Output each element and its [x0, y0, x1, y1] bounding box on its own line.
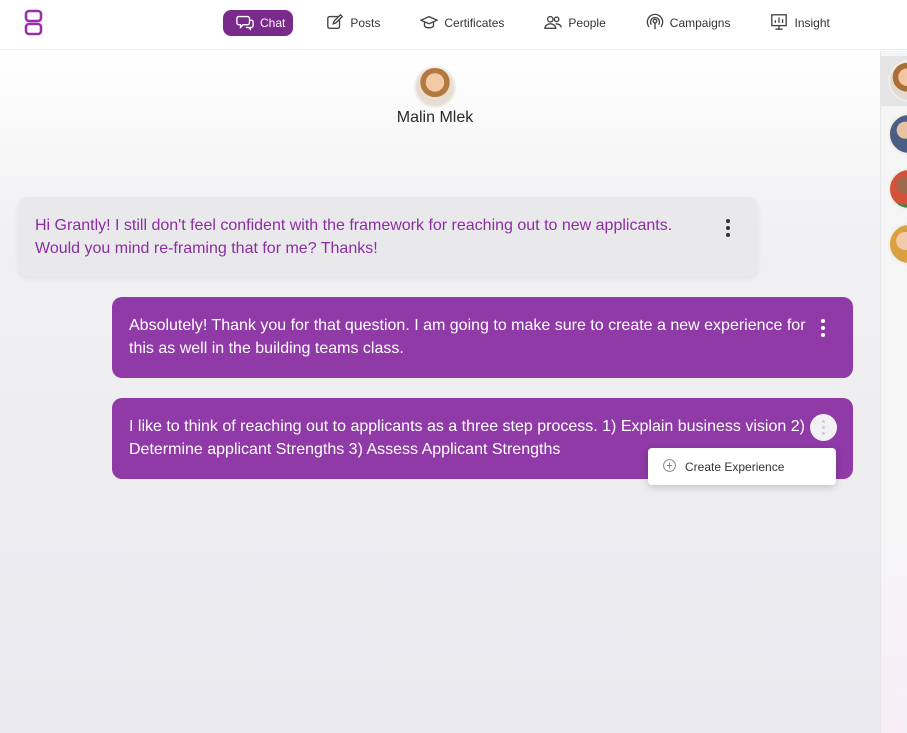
contact-name: Malin Mlek [396, 109, 474, 126]
nav-item-label: People [568, 16, 606, 30]
conversation-avatar[interactable] [888, 168, 907, 210]
conversation-list-sidebar [880, 51, 907, 733]
top-navigation-bar: Chat Posts Certificates People Campaigns [0, 0, 907, 50]
nav-item-chat[interactable]: Chat [223, 10, 294, 36]
plus-circle-icon [662, 458, 677, 476]
message-options-icon[interactable] [810, 414, 837, 441]
nav-item-label: Campaigns [669, 16, 731, 30]
chat-panel: Malin Mlek Hi Grantly! I still don't fee… [0, 51, 880, 733]
message-text: Absolutely! Thank you for that question.… [129, 317, 806, 357]
nav-item-people[interactable]: People [531, 10, 612, 36]
menu-item-label: Create Experience [685, 459, 785, 474]
chat-icon [236, 13, 254, 34]
nav-item-certificates[interactable]: Certificates [407, 10, 511, 36]
message-bubble-incoming: Hi Grantly! I still don't feel confident… [18, 197, 758, 277]
message-options-icon[interactable] [717, 215, 739, 241]
conversation-avatar[interactable] [888, 223, 907, 265]
nav-item-label: Certificates [444, 16, 505, 30]
nav-item-insight[interactable]: Insight [757, 10, 836, 36]
nav-item-campaigns[interactable]: Campaigns [633, 10, 738, 36]
people-icon [544, 13, 563, 34]
app-logo-icon[interactable] [23, 9, 47, 37]
main-nav: Chat Posts Certificates People Campaigns [223, 10, 857, 36]
conversation-avatar[interactable] [888, 113, 907, 155]
edit-icon [326, 13, 344, 34]
nav-item-label: Chat [260, 16, 286, 30]
broadcast-icon [646, 13, 664, 34]
nav-item-label: Posts [350, 16, 381, 30]
graduation-cap-icon [419, 13, 440, 34]
message-bubble-outgoing: Absolutely! Thank you for that question.… [112, 297, 853, 378]
nav-item-label: Insight [794, 16, 830, 30]
create-experience-menu-item[interactable]: Create Experience [648, 448, 836, 485]
message-options-icon[interactable] [812, 315, 834, 341]
nav-item-posts[interactable]: Posts [313, 10, 387, 36]
message-text: Hi Grantly! I still don't feel confident… [35, 217, 673, 257]
contact-avatar[interactable] [414, 66, 456, 108]
presentation-chart-icon [770, 13, 788, 34]
